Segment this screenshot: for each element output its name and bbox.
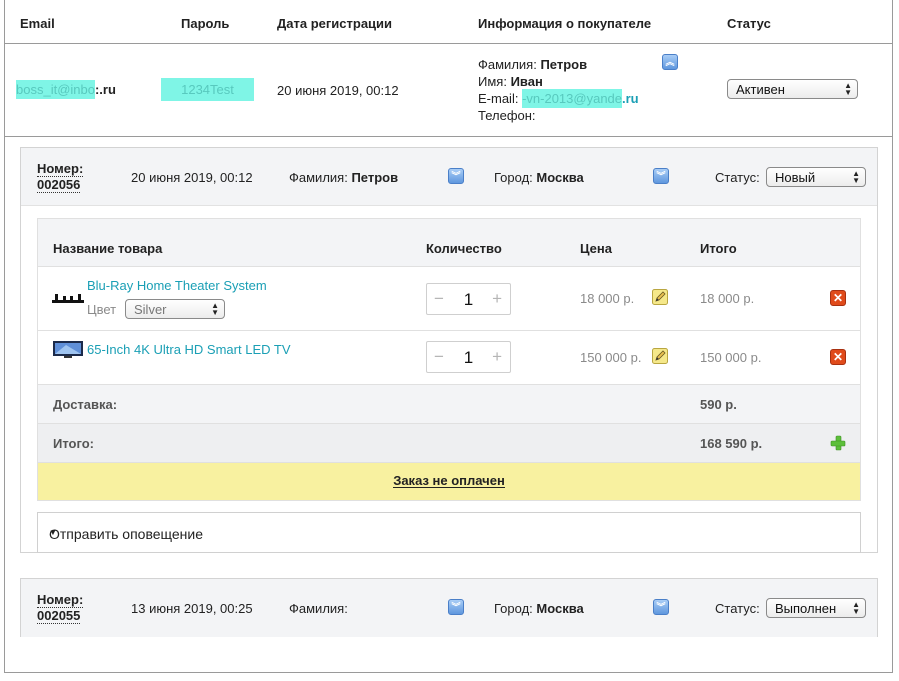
select-arrows-icon: ▲ ▼ <box>844 81 852 97</box>
user-reg-date: 20 июня 2019, 00:12 <box>277 83 399 98</box>
order-date: 13 июня 2019, 00:25 <box>131 601 253 616</box>
user-email: boss_it@inbo:.ru <box>16 80 116 99</box>
order-status-select[interactable]: Выполнен ▲ ▼ <box>766 598 866 618</box>
select-arrows-icon: ▲ ▼ <box>852 600 860 616</box>
expand-surname-icon[interactable]: ︾ <box>448 168 464 184</box>
customer-surname: Петров <box>540 57 588 72</box>
table-row: Blu-Ray Home Theater System Цвет Silver … <box>37 267 861 331</box>
plus-icon[interactable]: + <box>492 347 502 367</box>
quantity-stepper: − 1 + <box>426 341 511 373</box>
item-total: 18 000 р. <box>700 291 755 306</box>
delivery-row: Доставка: 590 р. <box>37 385 861 424</box>
total-value: 168 590 р. <box>700 436 763 451</box>
color-select[interactable]: Silver ▲ ▼ <box>125 299 225 319</box>
item-price: 150 000 р. <box>580 350 642 365</box>
chevron-down-icon: ▼ <box>49 528 57 537</box>
col-customer-info: Информация о покупателе <box>478 16 652 31</box>
order-surname: Фамилия: Петров <box>289 170 399 185</box>
table-row: 65-Inch 4K Ultra HD Smart LED TV − 1 + 1… <box>37 331 861 385</box>
order-status-label: Статус: <box>715 601 760 616</box>
order-city: Город: Москва <box>494 170 584 185</box>
edit-price-icon[interactable] <box>652 348 668 364</box>
order-number[interactable]: Номер: 002055 <box>37 592 84 624</box>
col-email: Email <box>20 16 55 31</box>
order-card: Номер: 002055 13 июня 2019, 00:25 Фамили… <box>20 578 878 637</box>
order-status-label: Статус: <box>715 170 760 185</box>
delivery-value: 590 р. <box>700 397 737 412</box>
payment-status-banner: Заказ не оплачен <box>37 463 861 501</box>
user-password: 1234Test <box>161 78 254 101</box>
delete-icon[interactable]: ✕ <box>830 290 846 306</box>
users-panel: Email Пароль Дата регистрации Информация… <box>4 0 893 673</box>
order-surname: Фамилия: <box>289 601 348 616</box>
edit-price-icon[interactable] <box>652 289 668 305</box>
table-header: Email Пароль Дата регистрации Информация… <box>5 0 892 44</box>
order-status-select[interactable]: Новый ▲ ▼ <box>766 167 866 187</box>
delete-icon[interactable]: ✕ <box>830 349 846 365</box>
order-card: Номер: 002056 20 июня 2019, 00:12 Фамили… <box>20 147 878 553</box>
home-theater-thumbnail <box>52 294 84 303</box>
col-status: Статус <box>727 16 771 31</box>
item-price: 18 000 р. <box>580 291 635 306</box>
order-items-table: Название товара Количество Цена Итого Bl… <box>37 218 861 553</box>
order-number[interactable]: Номер: 002056 <box>37 161 84 193</box>
order-summary-bar: Номер: 002055 13 июня 2019, 00:25 Фамили… <box>21 579 877 637</box>
expand-surname-icon[interactable]: ︾ <box>448 599 464 615</box>
customer-email[interactable]: -vn-2013@yande <box>522 89 623 108</box>
payment-status-link[interactable]: Заказ не оплачен <box>393 474 505 488</box>
select-arrows-icon: ▲ ▼ <box>211 301 219 317</box>
total-row: Итого: 168 590 р. <box>37 424 861 463</box>
user-status-select[interactable]: Активен ▲ ▼ <box>727 79 858 99</box>
items-header: Название товара Количество Цена Итого <box>37 218 861 267</box>
product-link[interactable]: Blu-Ray Home Theater System <box>87 278 267 293</box>
order-date: 20 июня 2019, 00:12 <box>131 170 253 185</box>
user-row: boss_it@inbo:.ru 1234Test 20 июня 2019, … <box>5 44 892 137</box>
expand-city-icon[interactable]: ︾ <box>653 599 669 615</box>
col-reg-date: Дата регистрации <box>277 16 393 31</box>
item-total: 150 000 р. <box>700 350 762 365</box>
notify-select[interactable]: Отправить оповещение ▼ <box>37 512 861 553</box>
add-icon[interactable] <box>830 435 846 451</box>
order-city: Город: Москва <box>494 601 584 616</box>
order-summary-bar: Номер: 002056 20 июня 2019, 00:12 Фамили… <box>21 148 877 206</box>
customer-name: Иван <box>510 74 543 89</box>
color-label: Цвет <box>87 302 117 317</box>
tv-thumbnail <box>53 341 83 358</box>
product-link[interactable]: 65-Inch 4K Ultra HD Smart LED TV <box>87 342 291 357</box>
plus-icon[interactable]: + <box>492 289 502 309</box>
collapse-icon[interactable]: ︽ <box>662 54 678 70</box>
select-arrows-icon: ▲ ▼ <box>852 169 860 185</box>
quantity-stepper: − 1 + <box>426 283 511 315</box>
expand-city-icon[interactable]: ︾ <box>653 168 669 184</box>
customer-info: Фамилия: Петров Имя: Иван E-mail: -vn-20… <box>478 57 639 123</box>
col-password: Пароль <box>181 16 230 31</box>
